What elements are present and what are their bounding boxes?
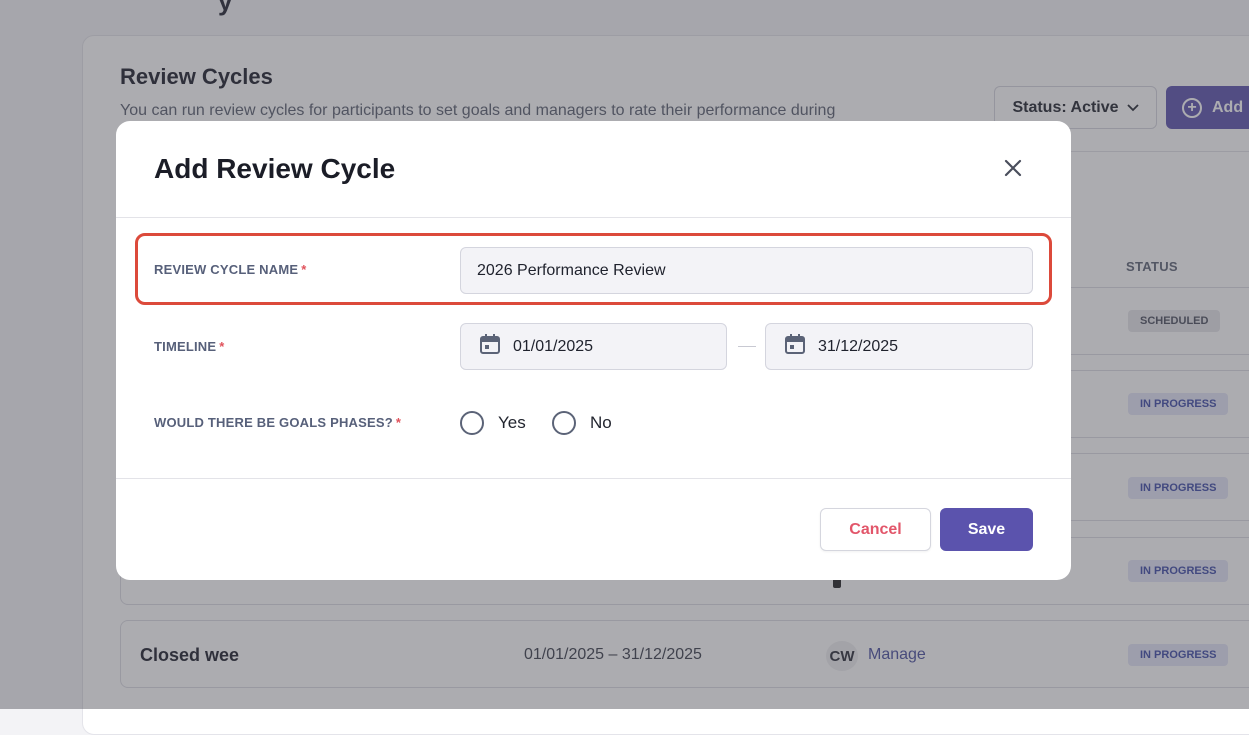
close-button[interactable] — [998, 155, 1028, 185]
date-range-separator — [738, 346, 756, 347]
modal-footer-divider — [116, 478, 1071, 479]
radio-circle-icon — [552, 411, 576, 435]
radio-circle-icon — [460, 411, 484, 435]
calendar-icon — [479, 333, 501, 360]
modal-header-divider — [116, 217, 1071, 218]
timeline-start-date-input[interactable]: 01/01/2025 — [460, 323, 727, 370]
required-mark: * — [301, 262, 307, 277]
required-mark: * — [395, 415, 402, 430]
add-review-cycle-modal: Add Review Cycle REVIEW CYCLE NAME* TIME… — [116, 121, 1071, 580]
review-cycle-name-label: REVIEW CYCLE NAME * — [154, 262, 307, 277]
label-text: WOULD THERE BE GOALS PHASES? — [154, 415, 393, 430]
calendar-icon — [784, 333, 806, 360]
required-mark: * — [219, 339, 225, 354]
timeline-end-date-input[interactable]: 31/12/2025 — [765, 323, 1033, 370]
goals-phases-yes-radio[interactable]: Yes — [460, 411, 526, 435]
close-icon — [1004, 159, 1022, 182]
radio-label: No — [590, 413, 612, 432]
save-button[interactable]: Save — [940, 508, 1033, 551]
cancel-button[interactable]: Cancel — [820, 508, 931, 551]
start-date-value: 01/01/2025 — [513, 337, 594, 355]
goals-phases-no-radio[interactable]: No — [552, 411, 612, 435]
radio-label: Yes — [498, 413, 526, 432]
label-text: REVIEW CYCLE NAME — [154, 262, 299, 277]
timeline-label: TIMELINE * — [154, 339, 225, 354]
end-date-value: 31/12/2025 — [818, 337, 899, 355]
goals-phases-label: WOULD THERE BE GOALS PHASES? * — [154, 415, 401, 430]
label-text: TIMELINE — [154, 339, 217, 354]
review-cycle-name-input[interactable] — [460, 247, 1033, 294]
modal-title: Add Review Cycle — [154, 153, 396, 184]
